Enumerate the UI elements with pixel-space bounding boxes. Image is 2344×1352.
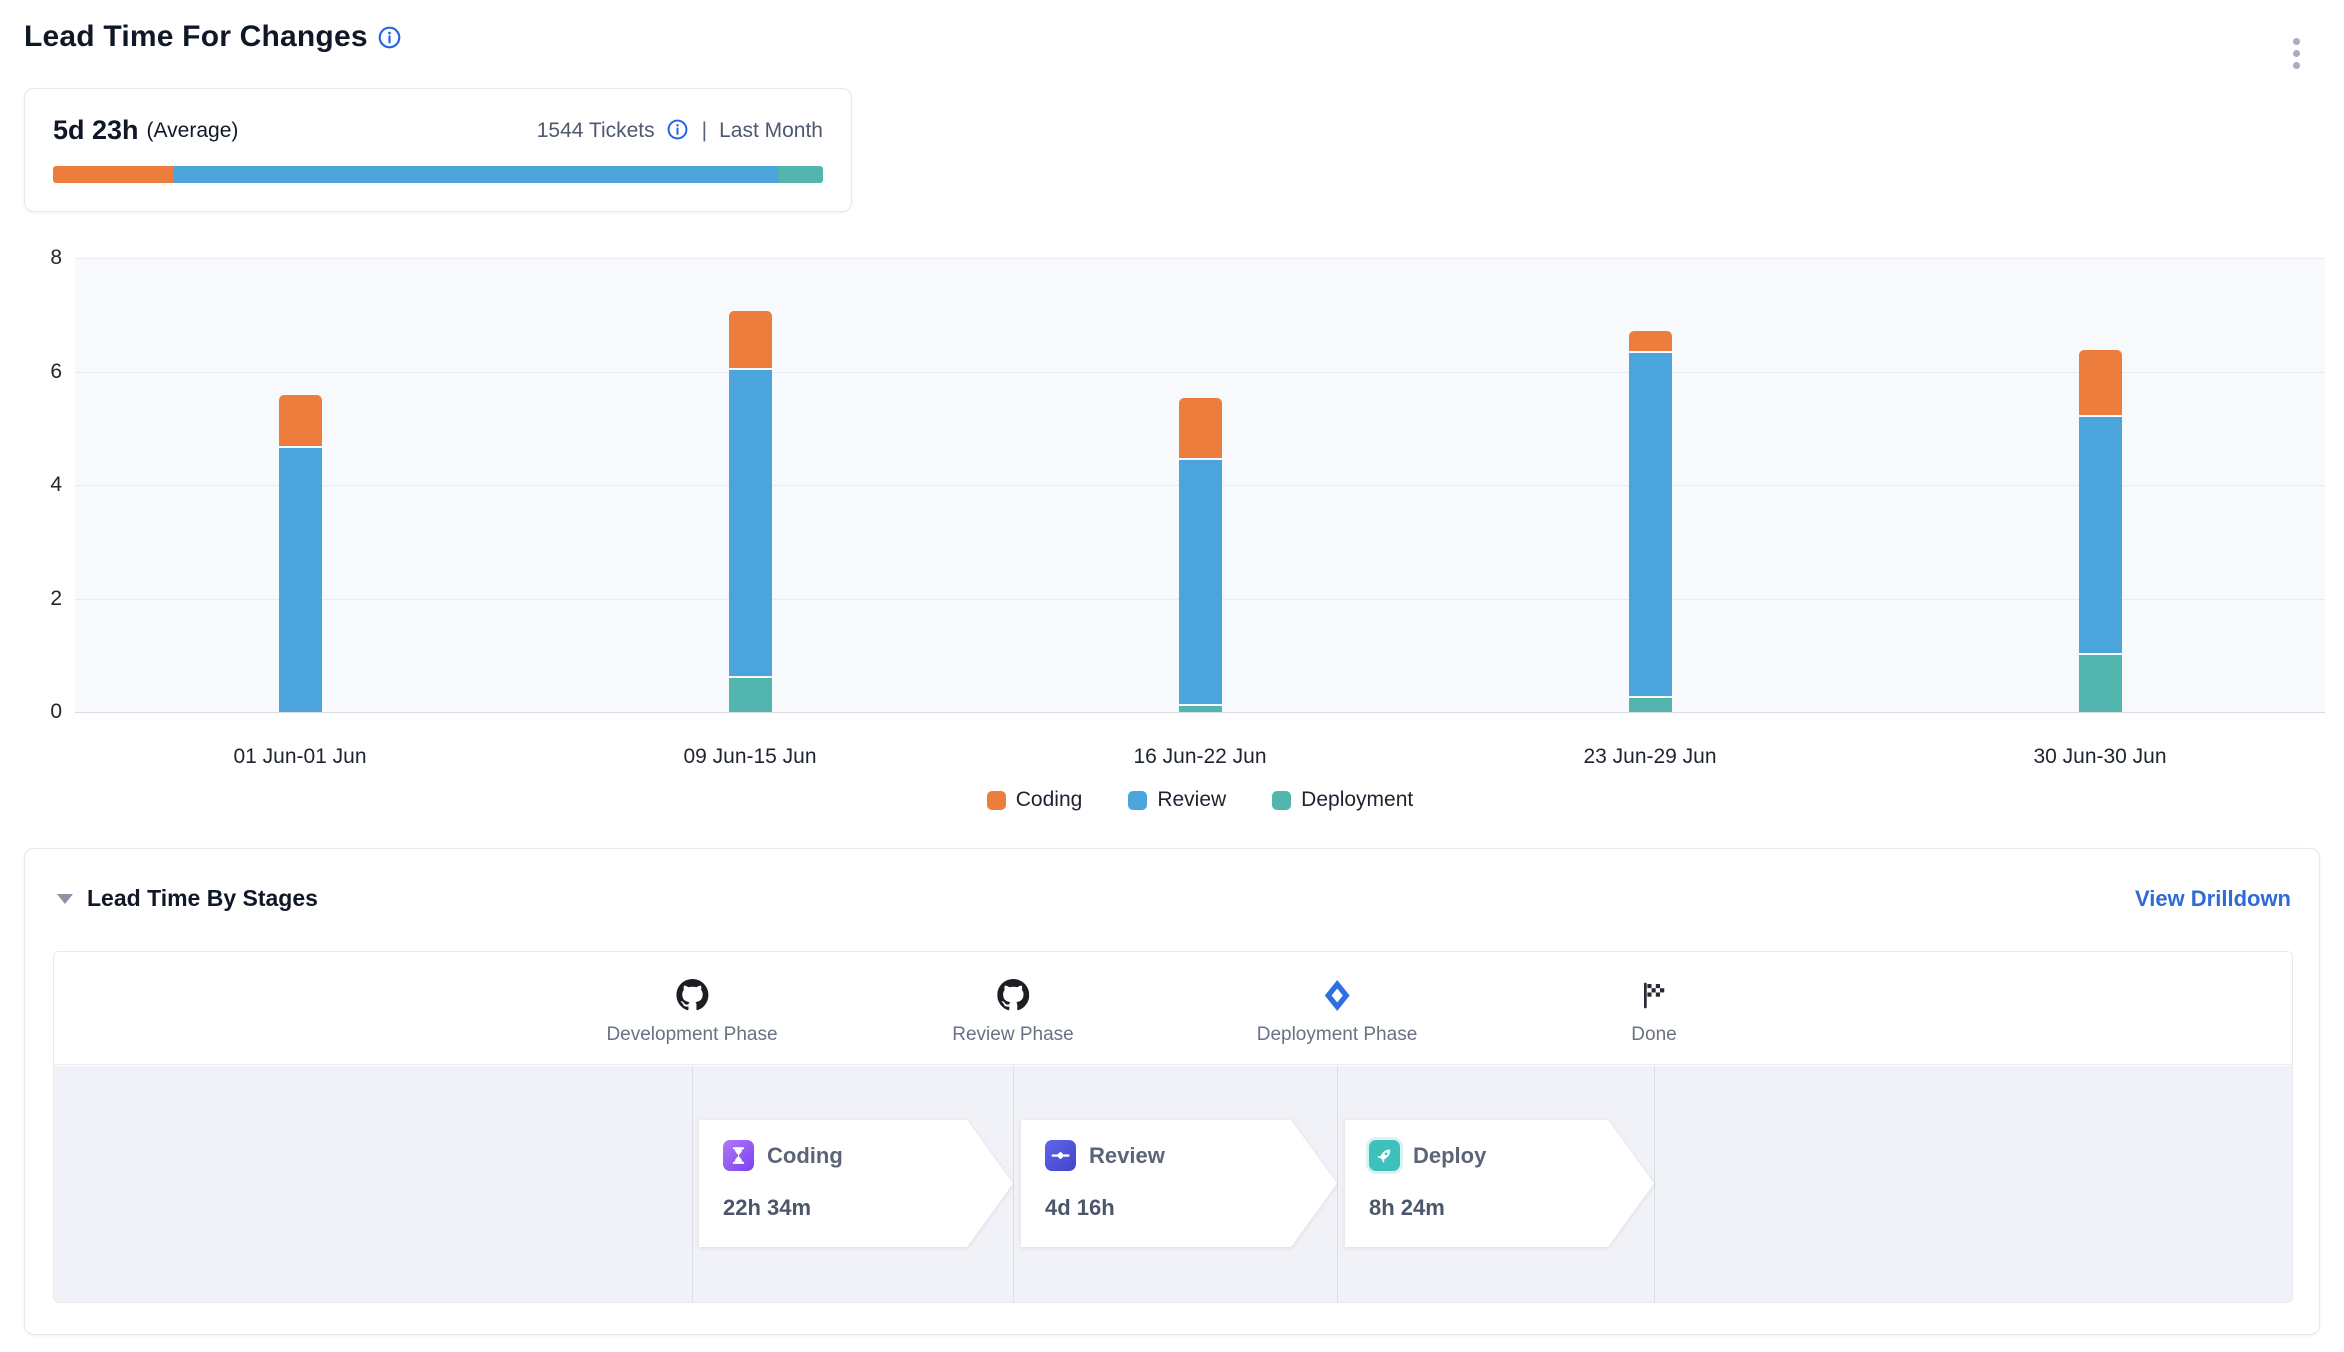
bar-segment-coding[interactable] [2079,350,2122,415]
gridline [75,712,2325,713]
separator: | [702,119,707,143]
rocket-icon [1369,1140,1400,1171]
gridline [75,372,2325,373]
stages-panel-title: Lead Time By Stages [87,885,318,912]
view-drilldown-link[interactable]: View Drilldown [2135,886,2291,912]
github-icon [952,978,1073,1012]
stage-duration: 22h 34m [723,1195,1013,1221]
legend-swatch [987,791,1006,810]
stage-name: Deploy [1413,1143,1486,1169]
summary-segment-review [174,166,778,183]
commit-icon [1045,1140,1076,1171]
bar-01 Jun-01 Jun[interactable] [279,395,322,712]
column-separator [1654,1066,1655,1302]
x-tick-label: 16 Jun-22 Jun [1133,745,1266,769]
legend-label: Deployment [1301,788,1413,812]
bar-segment-deployment[interactable] [1629,698,1672,712]
y-tick-label: 6 [14,360,62,384]
legend-swatch [1128,791,1147,810]
legend-item-review[interactable]: Review [1128,788,1226,812]
bar-segment-review[interactable] [2079,417,2122,653]
phase-col-development: Development Phase [606,978,777,1046]
bar-segment-coding[interactable] [1629,331,1672,351]
average-label: (Average) [147,119,239,143]
hourglass-icon [723,1140,754,1171]
column-separator [1337,1066,1338,1302]
bar-09 Jun-15 Jun[interactable] [729,311,772,712]
period-label: Last Month [719,119,823,143]
phase-label: Review Phase [952,1024,1073,1046]
stages-table: Development Phase Review Phase Deploymen… [53,951,2293,1303]
gridline [75,258,2325,259]
column-separator [692,1066,693,1302]
bar-segment-deployment[interactable] [1179,706,1222,712]
lead-time-chart: 02468 01 Jun-01 Jun09 Jun-15 Jun16 Jun-2… [0,250,2344,825]
x-tick-label: 30 Jun-30 Jun [2033,745,2166,769]
y-tick-label: 4 [14,473,62,497]
stages-table-body: Coding 22h 34m Review 4d 16h [54,1066,2292,1302]
phase-label: Done [1631,1024,1676,1046]
bar-16 Jun-22 Jun[interactable] [1179,398,1222,712]
stage-name: Review [1089,1143,1165,1169]
bar-segment-coding[interactable] [279,395,322,446]
checkered-flag-icon [1631,978,1676,1012]
info-icon[interactable] [378,26,401,49]
bar-segment-deployment[interactable] [2079,655,2122,712]
x-axis: 01 Jun-01 Jun 09 Jun-15 Jun 16 Jun-22 Jun 2… [75,745,2325,771]
x-tick-label: 23 Jun-29 Jun [1583,745,1716,769]
summary-distribution-bar [53,166,823,183]
tickets-count: 1544 Tickets [537,119,655,143]
legend-item-deployment[interactable]: Deployment [1272,788,1413,812]
bar-30 Jun-30 Jun[interactable] [2079,350,2122,712]
lead-time-by-stages-panel: Lead Time By Stages View Drilldown Devel… [24,848,2320,1335]
stage-card-review: Review 4d 16h [1021,1120,1337,1247]
column-separator [1013,1066,1014,1302]
x-tick-label: 09 Jun-15 Jun [683,745,816,769]
kebab-vertical-icon[interactable] [2289,34,2304,73]
y-tick-label: 2 [14,587,62,611]
phase-label: Development Phase [606,1024,777,1046]
plot-area [75,258,2325,712]
average-value: 5d 23h [53,115,139,146]
widget-header: Lead Time For Changes [24,20,2320,54]
phase-col-deployment: Deployment Phase [1257,978,1418,1046]
diamond-icon [1257,978,1418,1012]
bar-segment-review[interactable] [1629,353,1672,696]
chart-legend: Coding Review Deployment [75,788,2325,812]
summary-card: 5d 23h (Average) 1544 Tickets | Last Mon… [24,88,852,212]
stages-table-header: Development Phase Review Phase Deploymen… [54,952,2292,1065]
y-tick-label: 0 [14,700,62,724]
legend-label: Coding [1016,788,1083,812]
tickets-info-icon[interactable] [667,119,690,142]
bar-segment-deployment[interactable] [729,678,772,712]
lead-time-for-changes-widget: Lead Time For Changes 5d 23h (Average) 1… [0,0,2344,1352]
bar-segment-review[interactable] [729,370,772,676]
stage-card-deploy: Deploy 8h 24m [1345,1120,1654,1247]
legend-swatch [1272,791,1291,810]
summary-segment-deployment [778,166,823,183]
triangle-down-icon[interactable] [57,894,73,904]
bar-segment-review[interactable] [279,448,322,712]
github-icon [606,978,777,1012]
phase-label: Deployment Phase [1257,1024,1418,1046]
bar-segment-coding[interactable] [729,311,772,368]
stage-duration: 4d 16h [1045,1195,1337,1221]
stage-name: Coding [767,1143,843,1169]
y-tick-label: 8 [14,246,62,270]
legend-label: Review [1157,788,1226,812]
summary-segment-coding [53,166,174,183]
page-title: Lead Time For Changes [24,20,368,54]
x-tick-label: 01 Jun-01 Jun [233,745,366,769]
bar-23 Jun-29 Jun[interactable] [1629,331,1672,712]
legend-item-coding[interactable]: Coding [987,788,1083,812]
bar-segment-review[interactable] [1179,460,1222,704]
phase-col-done: Done [1631,978,1676,1046]
bar-segment-coding[interactable] [1179,398,1222,458]
phase-col-review: Review Phase [952,978,1073,1046]
stage-card-coding: Coding 22h 34m [699,1120,1013,1247]
stage-duration: 8h 24m [1369,1195,1654,1221]
